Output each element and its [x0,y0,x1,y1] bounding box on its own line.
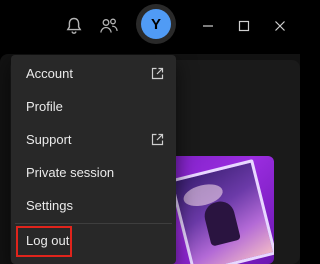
bell-icon[interactable] [62,14,86,38]
menu-item-label: Private session [26,165,115,180]
external-link-icon [150,67,164,81]
user-avatar-button[interactable]: Y [136,4,176,44]
menu-item-profile[interactable]: Profile [11,90,176,123]
menu-item-label: Profile [26,99,63,114]
log-out-label: Log out [26,233,70,248]
menu-item-label: Account [26,66,73,81]
menu-item-label: Support [26,132,72,147]
menu-item-settings[interactable]: Settings [11,189,176,222]
menu-item-support[interactable]: Support [11,123,176,156]
friends-activity-icon[interactable] [96,14,122,38]
maximize-icon[interactable] [232,14,256,38]
avatar: Y [141,9,171,39]
spotify-window: Y Account Profile Support Private sessio… [0,0,300,264]
close-icon[interactable] [268,14,292,38]
profile-dropdown-menu: Account Profile Support Private session … [11,55,176,264]
menu-item-private-session[interactable]: Private session [11,156,176,189]
menu-item-log-out[interactable]: Log out [11,224,176,257]
menu-item-label: Settings [26,198,73,213]
album-photo [169,159,274,264]
external-link-icon [150,133,164,147]
minimize-icon[interactable] [196,14,220,38]
menu-item-account[interactable]: Account [11,57,176,90]
